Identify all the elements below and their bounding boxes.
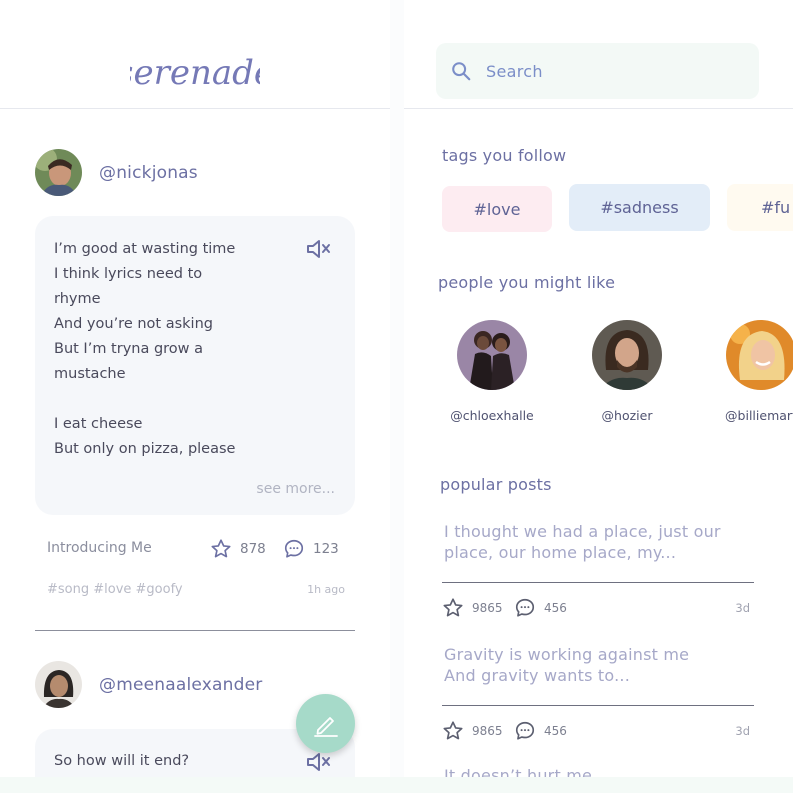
post-author[interactable]: @nickjonas <box>35 149 198 196</box>
star-stat[interactable]: 9865 <box>442 597 503 619</box>
popular-post-stats: 9865 456 3d <box>442 597 750 619</box>
lyric-card[interactable]: I’m good at wasting time I think lyrics … <box>35 216 355 515</box>
avatar[interactable] <box>592 320 662 390</box>
username[interactable]: @nickjonas <box>99 163 198 183</box>
search-bar[interactable]: Search <box>436 43 759 99</box>
tag-label: #sadness <box>600 198 679 217</box>
pencil-icon <box>313 716 338 737</box>
popular-post-divider <box>442 705 754 706</box>
lyric-text: So how will it end? <box>54 753 190 769</box>
post-time: 1h ago <box>307 583 345 596</box>
post-time: 3d <box>735 724 750 738</box>
lyric-text: I’m good at wasting time I think lyrics … <box>54 241 236 457</box>
comment-count: 456 <box>544 601 567 615</box>
post-tags-row: #song #love #goofy 1h ago <box>47 582 345 597</box>
person-handle[interactable]: @hozier <box>557 408 697 423</box>
person-card[interactable]: @chloexhalle <box>422 320 562 423</box>
person-card[interactable]: @billiemart <box>691 320 793 423</box>
star-stat[interactable]: 9865 <box>442 720 503 742</box>
comment-icon[interactable] <box>514 597 536 619</box>
comment-icon[interactable] <box>283 538 305 560</box>
tag-sadness[interactable]: #sadness <box>569 184 710 231</box>
tag-fu[interactable]: #fu <box>727 184 793 231</box>
star-icon[interactable] <box>210 538 232 560</box>
see-more-link[interactable]: see more... <box>256 481 335 497</box>
tags-section-title: tags you follow <box>442 146 567 165</box>
bottom-bar <box>0 777 793 793</box>
search-icon <box>452 62 471 81</box>
avatar[interactable] <box>35 149 82 196</box>
post-divider <box>35 630 355 631</box>
tag-label: #fu <box>761 198 791 217</box>
header-divider <box>0 108 390 109</box>
popular-post-stats: 9865 456 3d <box>442 720 750 742</box>
song-title[interactable]: Introducing Me <box>47 540 152 556</box>
popular-section-title: popular posts <box>440 475 552 494</box>
post-author[interactable]: @meenaalexander <box>35 661 262 708</box>
star-icon[interactable] <box>442 597 464 619</box>
song-info-row: Introducing Me 878 123 <box>47 538 345 560</box>
username[interactable]: @meenaalexander <box>99 675 262 695</box>
post-time: 3d <box>735 601 750 615</box>
star-count: 9865 <box>472 724 503 738</box>
screen-gap <box>390 0 404 793</box>
avatar[interactable] <box>457 320 527 390</box>
person-handle[interactable]: @billiemart <box>691 408 793 423</box>
post-tags[interactable]: #song #love #goofy <box>47 582 183 597</box>
avatar[interactable] <box>35 661 82 708</box>
comment-count: 456 <box>544 724 567 738</box>
star-stat[interactable]: 878 <box>210 538 266 560</box>
popular-post-divider <box>442 582 754 583</box>
popular-post-text[interactable]: I thought we had a place, just our place… <box>444 521 764 563</box>
logo-text: serenade <box>130 53 260 93</box>
serenade-logo: serenade <box>130 53 260 93</box>
mute-icon[interactable] <box>305 751 331 773</box>
feed-screen: serenade @nickjonas I’m good at wasting … <box>0 0 390 793</box>
tag-label: #love <box>473 199 521 219</box>
people-section-title: people you might like <box>438 273 616 292</box>
mute-icon[interactable] <box>305 238 331 260</box>
search-input[interactable]: Search <box>486 62 543 81</box>
comment-stat[interactable]: 123 <box>283 538 339 560</box>
avatar[interactable] <box>726 320 793 390</box>
explore-screen: Search tags you follow #love #sadness #f… <box>404 0 793 793</box>
compose-button[interactable] <box>296 694 355 753</box>
comment-icon[interactable] <box>514 720 536 742</box>
comment-stat[interactable]: 456 <box>514 597 567 619</box>
star-count: 9865 <box>472 601 503 615</box>
popular-post-text[interactable]: Gravity is working against me And gravit… <box>444 644 764 686</box>
tag-love[interactable]: #love <box>442 186 552 232</box>
person-handle[interactable]: @chloexhalle <box>422 408 562 423</box>
star-icon[interactable] <box>442 720 464 742</box>
header-divider <box>404 108 793 109</box>
star-count: 878 <box>240 541 266 557</box>
person-card[interactable]: @hozier <box>557 320 697 423</box>
comment-count: 123 <box>313 541 339 557</box>
comment-stat[interactable]: 456 <box>514 720 567 742</box>
